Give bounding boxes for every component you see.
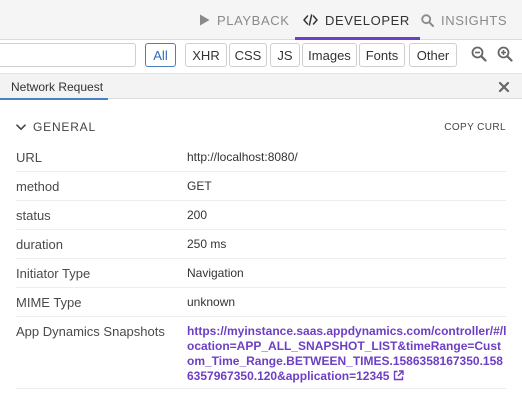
filter-search-input[interactable] (0, 43, 136, 67)
filter-other-button[interactable]: Other (409, 43, 457, 67)
detail-row-url: URL http://localhost:8080/ (16, 143, 506, 172)
tab-playback[interactable]: PLAYBACK (199, 0, 289, 40)
detail-row-status: status 200 (16, 201, 506, 230)
tab-playback-label: PLAYBACK (217, 12, 290, 28)
row-value: 200 (187, 208, 208, 222)
search-icon (421, 13, 434, 27)
top-tab-bar: PLAYBACK DEVELOPER INSIGHTS (0, 0, 522, 40)
filter-css-button[interactable]: CSS (229, 43, 267, 67)
play-icon (199, 14, 210, 26)
row-key: status (16, 208, 51, 223)
row-value: 250 ms (187, 237, 227, 251)
row-value: Navigation (187, 266, 244, 280)
tab-insights[interactable]: INSIGHTS (421, 0, 507, 40)
general-section: GENERAL COPY CURL URL http://localhost:8… (0, 100, 522, 400)
external-link-icon[interactable] (393, 370, 405, 385)
zoom-out-icon[interactable] (471, 46, 487, 62)
detail-row-initiator-type: Initiator Type Navigation (16, 259, 506, 288)
filter-fonts-button[interactable]: Fonts (359, 43, 405, 67)
detail-row-method: method GET (16, 172, 506, 201)
chevron-down-icon (16, 123, 26, 131)
row-key: App Dynamics Snapshots (16, 324, 165, 339)
tab-developer[interactable]: DEVELOPER (295, 0, 420, 40)
row-key: MIME Type (16, 295, 82, 310)
row-value: http://localhost:8080/ (187, 150, 298, 164)
snapshot-link-wrapper[interactable]: https://myinstance.saas.appdynamics.com/… (187, 324, 507, 385)
row-key: method (16, 179, 60, 194)
tab-insights-label: INSIGHTS (441, 12, 508, 28)
copy-curl-button[interactable]: COPY CURL (444, 122, 506, 133)
panel-header: Network Request (0, 73, 522, 100)
row-key: Initiator Type (16, 266, 91, 281)
network-request-tab-label: Network Request (11, 79, 104, 94)
filter-bar: All XHR CSS JS Images Fonts Other (0, 40, 522, 70)
tab-network-request[interactable]: Network Request (0, 74, 108, 100)
filter-js-button[interactable]: JS (270, 43, 300, 67)
detail-row-app-dynamics-snapshots: App Dynamics Snapshots https://myinstanc… (16, 317, 506, 389)
tab-developer-label: DEVELOPER (325, 12, 410, 28)
general-title: GENERAL (33, 120, 96, 134)
row-value: unknown (187, 295, 236, 309)
filter-images-button[interactable]: Images (302, 43, 357, 67)
snapshot-link[interactable]: https://myinstance.saas.appdynamics.com/… (187, 324, 506, 383)
row-value: GET (187, 179, 212, 193)
code-icon (303, 14, 318, 26)
general-toggle[interactable]: GENERAL (16, 120, 96, 134)
detail-row-mime-type: MIME Type unknown (16, 288, 506, 317)
filter-all-button[interactable]: All (145, 43, 176, 67)
row-key: URL (16, 150, 43, 165)
filter-xhr-button[interactable]: XHR (185, 43, 227, 67)
close-icon[interactable] (498, 80, 510, 93)
zoom-in-icon[interactable] (497, 46, 513, 62)
row-key: duration (16, 237, 63, 252)
detail-row-duration: duration 250 ms (16, 230, 506, 259)
